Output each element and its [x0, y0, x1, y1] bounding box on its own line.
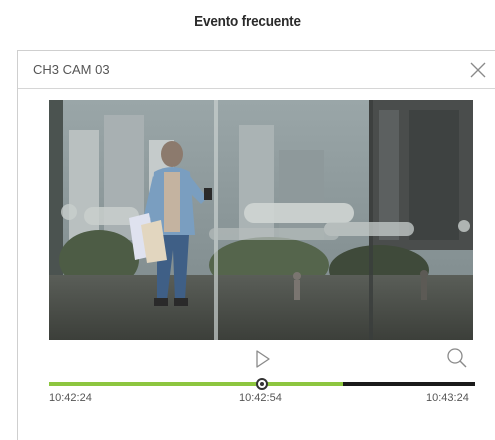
- time-end-label: 10:43:24: [426, 392, 469, 404]
- time-current-label: 10:42:54: [239, 392, 282, 404]
- video-frame[interactable]: [49, 100, 473, 340]
- time-start-label: 10:42:24: [49, 392, 92, 404]
- timeline-handle[interactable]: [256, 378, 268, 390]
- camera-dialog: CH3 CAM 03 10:42:24 10:42:54 10:43:24: [17, 50, 495, 440]
- magnifier-icon[interactable]: [446, 347, 468, 369]
- close-icon[interactable]: [467, 59, 489, 81]
- timeline-remaining-track[interactable]: [343, 382, 475, 386]
- dialog-header: CH3 CAM 03: [18, 51, 495, 89]
- timeline-played-track[interactable]: [49, 382, 343, 386]
- page-title: Evento frecuente: [194, 13, 301, 30]
- dialog-title: CH3 CAM 03: [33, 62, 110, 77]
- playback-timeline[interactable]: [49, 374, 475, 394]
- play-icon[interactable]: [254, 349, 272, 369]
- camera-snapshot: [49, 100, 473, 340]
